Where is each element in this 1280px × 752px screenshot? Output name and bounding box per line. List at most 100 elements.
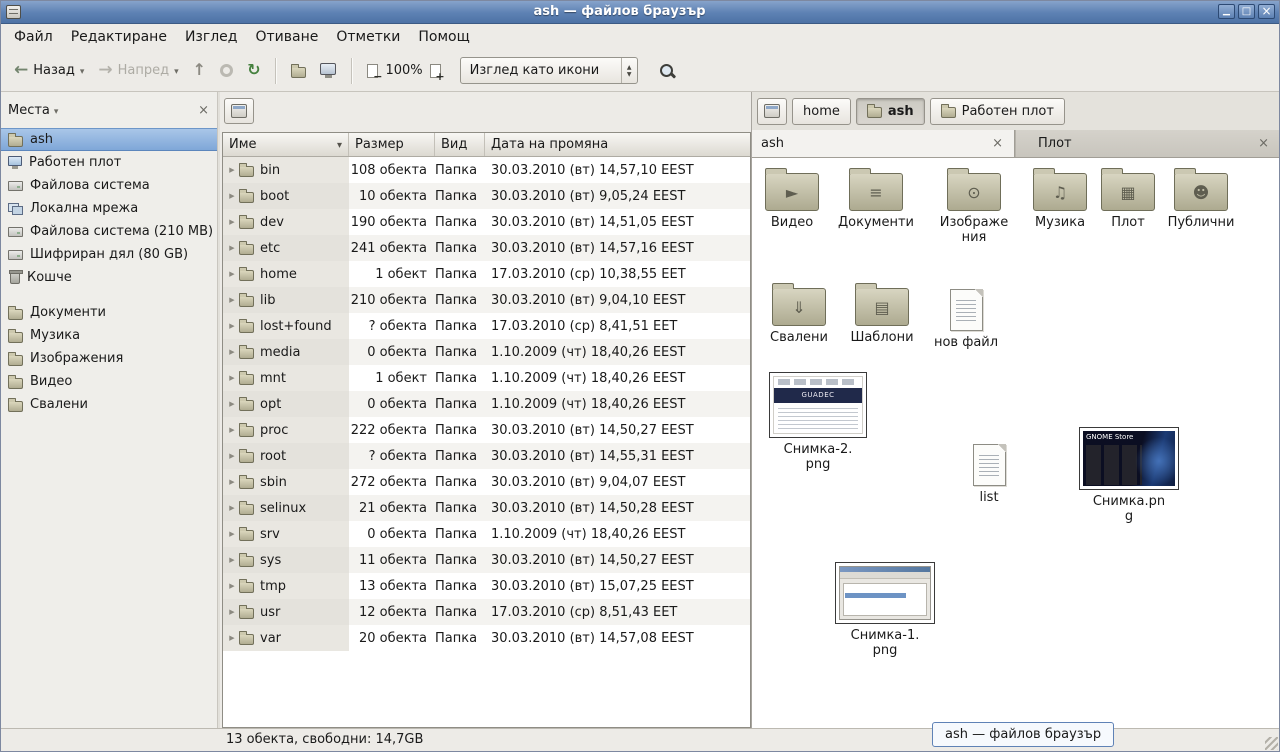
tab-close-icon[interactable] <box>990 136 1005 151</box>
sidebar-item-filesystem[interactable]: Файлова система <box>0 174 217 197</box>
zoom-out-button[interactable]: − <box>360 60 385 82</box>
zoom-in-button[interactable]: + <box>423 60 448 82</box>
pane-indicator-button[interactable] <box>224 98 254 124</box>
expander-icon[interactable] <box>225 478 239 486</box>
reload-button[interactable] <box>240 58 267 83</box>
icon-item-pictures[interactable]: ⊙Изображения <box>932 167 1016 245</box>
tree-row-mnt[interactable]: mnt1 обектПапка1.10.2009 (чт) 18,40,26 E… <box>223 365 750 391</box>
column-header-modified[interactable]: Дата на промяна <box>485 133 750 156</box>
maximize-button[interactable] <box>1238 4 1255 19</box>
tree-row-proc[interactable]: proc222 обектаПапка30.03.2010 (вт) 14,50… <box>223 417 750 443</box>
icon-item-videos[interactable]: ►Видео <box>752 167 834 230</box>
sidebar-item-desktop[interactable]: Работен плот <box>0 151 217 174</box>
pathbar-button-desktop[interactable]: Работен плот <box>930 98 1065 125</box>
places-title[interactable]: Места <box>8 103 50 118</box>
tree-row-home[interactable]: home1 обектПапка17.03.2010 (ср) 10,38,55… <box>223 261 750 287</box>
expander-icon[interactable] <box>225 218 239 226</box>
expander-icon[interactable] <box>225 426 239 434</box>
tree-row-sbin[interactable]: sbin272 обектаПапка30.03.2010 (вт) 9,04,… <box>223 469 750 495</box>
expander-icon[interactable] <box>225 452 239 460</box>
home-button[interactable] <box>284 60 313 82</box>
view-mode-select[interactable]: Изглед като икони <box>460 57 638 84</box>
pathbar-button-ash[interactable]: ash <box>856 98 925 125</box>
pathbar-button-home[interactable]: home <box>792 98 851 125</box>
sidebar-item-pictures[interactable]: Изображения <box>0 347 217 370</box>
menu-view[interactable]: Изглед <box>176 26 247 48</box>
expander-icon[interactable] <box>225 192 239 200</box>
tab-ash[interactable]: ash <box>752 130 1015 157</box>
expander-icon[interactable] <box>225 634 239 642</box>
icon-item-downloads[interactable]: ⇓Свалени <box>757 282 841 345</box>
tree-row-opt[interactable]: opt0 обектаПапка1.10.2009 (чт) 18,40,26 … <box>223 391 750 417</box>
icon-item-snimka-png[interactable]: GNOME StoreСнимка.png <box>1075 427 1183 524</box>
tab-plot[interactable]: Плот <box>1015 130 1280 157</box>
tree-row-lib[interactable]: lib210 обектаПапка30.03.2010 (вт) 9,04,1… <box>223 287 750 313</box>
column-header-name[interactable]: Име <box>223 133 349 156</box>
combo-stepper-icon[interactable] <box>621 58 637 83</box>
tree-row-etc[interactable]: etc241 обектаПапка30.03.2010 (вт) 14,57,… <box>223 235 750 261</box>
tree-row-boot[interactable]: boot10 обектаПапка30.03.2010 (вт) 9,05,2… <box>223 183 750 209</box>
tree-row-selinux[interactable]: selinux21 обектаПапка30.03.2010 (вт) 14,… <box>223 495 750 521</box>
menu-edit[interactable]: Редактиране <box>62 26 176 48</box>
expander-icon[interactable] <box>225 582 239 590</box>
icon-item-desktop[interactable]: ▦Плот <box>1086 167 1170 230</box>
expander-icon[interactable] <box>225 504 239 512</box>
icon-item-list[interactable]: list <box>947 442 1031 505</box>
sidebar-item-encrypted-80gb[interactable]: Шифриран дял (80 GB) <box>0 243 217 266</box>
icon-item-snimka-2-png[interactable]: GUADECСнимка-2.png <box>764 372 872 472</box>
sidebar-item-ash[interactable]: ash <box>0 128 217 151</box>
tree-row-sys[interactable]: sys11 обектаПапка30.03.2010 (вт) 14,50,2… <box>223 547 750 573</box>
menu-bookmarks[interactable]: Отметки <box>327 26 409 48</box>
menu-file[interactable]: Файл <box>5 26 62 48</box>
expander-icon[interactable] <box>225 400 239 408</box>
tree-row-var[interactable]: var20 обектаПапка30.03.2010 (вт) 14,57,0… <box>223 625 750 651</box>
expander-icon[interactable] <box>225 608 239 616</box>
icon-item-snimka-1-png[interactable]: Снимка-1.png <box>831 562 939 658</box>
expander-icon[interactable] <box>225 244 239 252</box>
expander-icon[interactable] <box>225 166 239 174</box>
tree-row-usr[interactable]: usr12 обектаПапка17.03.2010 (ср) 8,51,43… <box>223 599 750 625</box>
tree-row-dev[interactable]: dev190 обектаПапка30.03.2010 (вт) 14,51,… <box>223 209 750 235</box>
close-button[interactable] <box>1258 4 1275 19</box>
menu-help[interactable]: Помощ <box>409 26 478 48</box>
sidebar-item-videos[interactable]: Видео <box>0 370 217 393</box>
tree-row-srv[interactable]: srv0 обектаПапка1.10.2009 (чт) 18,40,26 … <box>223 521 750 547</box>
window-menu-icon[interactable] <box>6 5 21 19</box>
sidebar-item-local-network[interactable]: Локална мрежа <box>0 197 217 220</box>
resize-grip[interactable] <box>1265 737 1278 750</box>
tree-row-tmp[interactable]: tmp13 обектаПапка30.03.2010 (вт) 15,07,2… <box>223 573 750 599</box>
tab-close-icon[interactable] <box>1256 136 1271 151</box>
sidebar-item-music[interactable]: Музика <box>0 324 217 347</box>
expander-icon[interactable] <box>225 556 239 564</box>
pathbar-root-button[interactable] <box>757 98 787 125</box>
column-header-size[interactable]: Размер <box>349 133 435 156</box>
icon-item-templates[interactable]: ▤Шаблони <box>840 282 924 345</box>
forward-button[interactable]: Напред <box>91 59 185 83</box>
expander-icon[interactable] <box>225 270 239 278</box>
icon-item-public[interactable]: ☻Публични <box>1159 167 1243 230</box>
computer-button[interactable] <box>313 59 343 82</box>
icon-item-documents[interactable]: ≡Документи <box>834 167 918 230</box>
up-button[interactable] <box>186 58 213 83</box>
tree-row-media[interactable]: media0 обектаПапка1.10.2009 (чт) 18,40,2… <box>223 339 750 365</box>
expander-icon[interactable] <box>225 374 239 382</box>
places-chevron-icon[interactable] <box>54 103 59 118</box>
sidebar-item-downloads[interactable]: Свалени <box>0 393 217 416</box>
column-header-type[interactable]: Вид <box>435 133 485 156</box>
tree-row-bin[interactable]: bin108 обектаПапка30.03.2010 (вт) 14,57,… <box>223 157 750 183</box>
back-button[interactable]: Назад <box>7 59 91 83</box>
sidebar-item-filesystem-210mb[interactable]: Файлова система (210 MB) <box>0 220 217 243</box>
icon-item-new-file[interactable]: нов файл <box>924 287 1008 350</box>
expander-icon[interactable] <box>225 296 239 304</box>
sidebar-item-trash[interactable]: Кошче <box>0 266 217 289</box>
places-close-icon[interactable] <box>198 103 209 118</box>
back-history-chevron-icon[interactable] <box>80 63 85 78</box>
sidebar-item-documents[interactable]: Документи <box>0 301 217 324</box>
tree-row-lost+found[interactable]: lost+found? обектаПапка17.03.2010 (ср) 8… <box>223 313 750 339</box>
expander-icon[interactable] <box>225 530 239 538</box>
menu-go[interactable]: Отиване <box>246 26 327 48</box>
stop-button[interactable] <box>213 60 240 81</box>
minimize-button[interactable] <box>1218 4 1235 19</box>
expander-icon[interactable] <box>225 322 239 330</box>
expander-icon[interactable] <box>225 348 239 356</box>
